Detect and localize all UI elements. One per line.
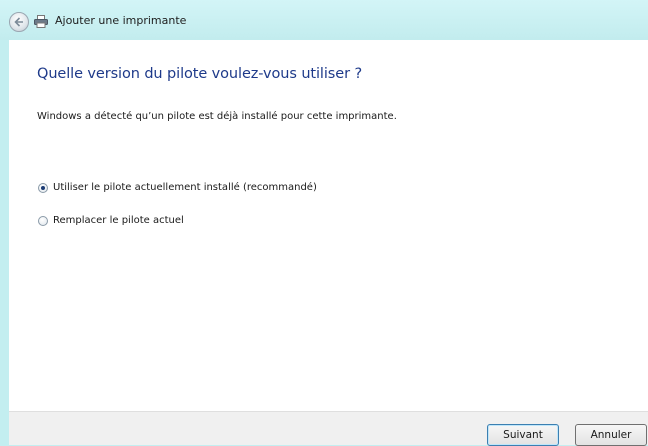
option-current-driver-label[interactable]: Utiliser le pilote actuellement installé…	[53, 182, 317, 193]
back-arrow-icon	[14, 17, 23, 27]
cancel-button[interactable]: Annuler	[575, 424, 647, 446]
wizard-footer: Suivant Annuler	[9, 411, 648, 446]
next-button[interactable]: Suivant	[487, 424, 559, 446]
printer-icon	[34, 15, 48, 28]
description-text: Windows a détecté qu’un pilote est déjà …	[37, 111, 397, 122]
option-replace-driver-label[interactable]: Remplacer le pilote actuel	[53, 215, 184, 226]
title-bar: Ajouter une imprimante	[0, 0, 648, 40]
radio-replace-driver[interactable]	[38, 216, 48, 226]
page-title: Quelle version du pilote voulez-vous uti…	[37, 66, 363, 82]
wizard-content: Quelle version du pilote voulez-vous uti…	[9, 40, 648, 411]
back-button[interactable]	[9, 12, 29, 32]
window-title: Ajouter une imprimante	[55, 14, 187, 27]
radio-current-driver[interactable]	[38, 183, 48, 193]
